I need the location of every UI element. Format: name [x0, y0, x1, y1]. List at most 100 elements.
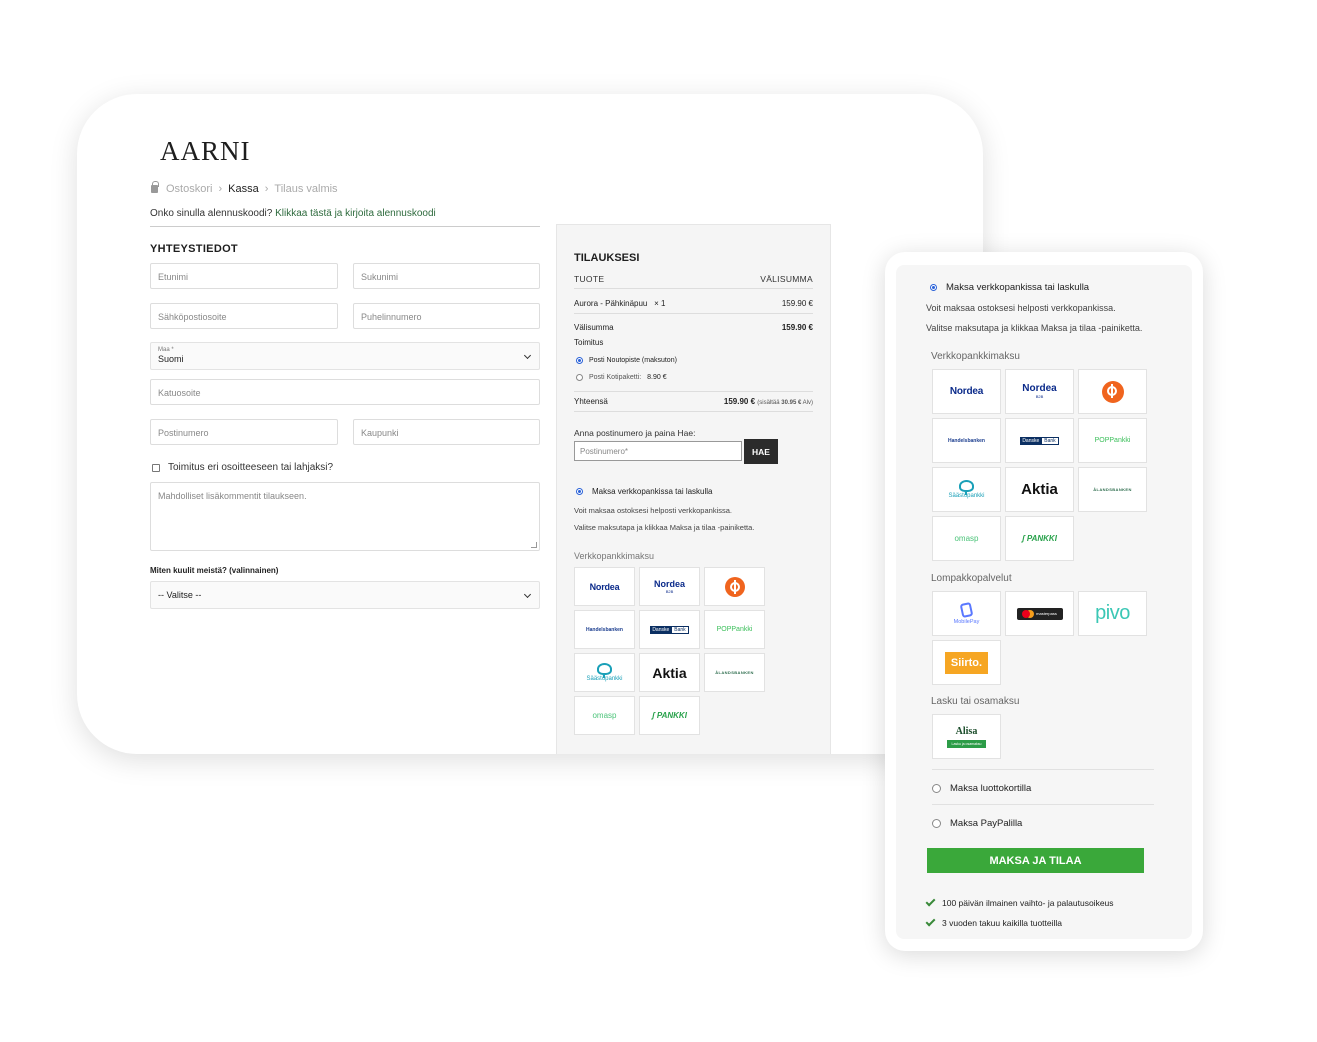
radio-unselected[interactable]: [932, 784, 941, 793]
bank-tile-spankki[interactable]: ʃ PANKKI: [1005, 516, 1074, 561]
order-item-row: Aurora - Pähkinäpuu × 1 159.90 €: [574, 299, 813, 308]
pay-description-1: Voit maksaa ostoksesi helposti verkkopan…: [926, 303, 1116, 313]
coupon-question: Onko sinulla alennuskoodi?: [150, 208, 273, 219]
danske-logo-2: Bank: [671, 625, 689, 634]
tree-icon: [597, 663, 612, 678]
postcode-field[interactable]: Postinumero: [150, 419, 338, 445]
street-field[interactable]: Katuosoite: [150, 379, 540, 405]
bank-tile-op[interactable]: [704, 567, 765, 606]
ship-option-home-label: Posti Kotipaketti:: [589, 374, 642, 381]
divider: [932, 769, 1154, 770]
saastopankki-logo: Säästöpankki: [586, 663, 623, 682]
pay-option-card[interactable]: Maksa luottokortilla: [932, 783, 1031, 794]
total-label: Yhteensä: [574, 397, 608, 406]
bank-tiles: Nordea Nordea B2B Handelsbanken Danske Ban…: [574, 567, 765, 735]
bank-tile-danske[interactable]: Danske Bank: [639, 610, 700, 649]
bank-group-label: Verkkopankkimaksu: [574, 551, 655, 561]
wallet-tile-masterpass[interactable]: masterpass: [1005, 591, 1074, 636]
omasp-logo: omasp: [592, 711, 617, 720]
ship-option-pickup[interactable]: Posti Noutopiste (maksuton): [576, 357, 677, 364]
invoice-tile-alisa[interactable]: Alisa Lasku ja osamaksu: [932, 714, 1001, 759]
order-comments-textarea[interactable]: Mahdolliset lisäkommentit tilaukseen.: [150, 482, 540, 551]
bank-tile-omasp[interactable]: omasp: [932, 516, 1001, 561]
ship-different-checkbox[interactable]: Toimitus eri osoitteeseen tai lahjaksi?: [152, 462, 333, 473]
chevron-down-icon: [523, 590, 532, 599]
bank-group-label: Verkkopankkimaksu: [931, 351, 1020, 362]
pay-description-2: Valitse maksutapa ja klikkaa Maksa ja ti…: [926, 323, 1143, 333]
radio-selected[interactable]: [576, 488, 583, 495]
spankki-name: PANKKI: [1026, 534, 1057, 543]
country-value: Suomi: [158, 354, 184, 364]
pickup-postcode-input[interactable]: Postinumero*: [574, 441, 742, 461]
total-value: 159.90 €: [723, 397, 756, 406]
wallet-tile-mobilepay[interactable]: MobilePay: [932, 591, 1001, 636]
bank-tile-aktia[interactable]: Aktia: [639, 653, 700, 692]
bank-tile-aktia[interactable]: Aktia: [1005, 467, 1074, 512]
wallet-tile-pivo[interactable]: pivo: [1078, 591, 1147, 636]
checkbox[interactable]: [152, 463, 160, 472]
divider: [150, 226, 540, 227]
bank-tile-pop[interactable]: POPPankki: [704, 610, 765, 649]
coupon-link[interactable]: Klikkaa tästä ja kirjoita alennuskoodi: [275, 208, 436, 219]
radio-selected[interactable]: [930, 284, 937, 291]
bank-tile-spankki[interactable]: ʃ PANKKI: [639, 696, 700, 735]
pay-option-bank[interactable]: Maksa verkkopankissa tai laskulla: [930, 282, 1089, 293]
handelsbanken-logo: Handelsbanken: [586, 626, 623, 633]
bank-tile-saastopankki[interactable]: Säästöpankki: [574, 653, 635, 692]
chevron-down-icon: [523, 351, 532, 360]
search-button[interactable]: HAE: [744, 439, 778, 464]
pay-and-order-button[interactable]: MAKSA JA TILAA: [927, 848, 1144, 873]
radio-unselected[interactable]: [932, 819, 941, 828]
divider: [574, 391, 813, 392]
shipping-row: Toimitus: [574, 338, 813, 347]
pay-option-bank-label: Maksa verkkopankissa tai laskulla: [946, 282, 1090, 293]
resize-handle-icon[interactable]: [531, 542, 537, 548]
email-field[interactable]: Sähköpostiosoite: [150, 303, 338, 329]
firstname-field[interactable]: Etunimi: [150, 263, 338, 289]
wallet-tile-siirto[interactable]: Siirto.: [932, 640, 1001, 685]
bank-tile-op[interactable]: [1078, 369, 1147, 414]
bank-tile-alandsbanken[interactable]: ÅLANDSBANKEN: [704, 653, 765, 692]
contact-section-title: YHTEYSTIEDOT: [150, 243, 238, 255]
hear-about-select[interactable]: -- Valitse --: [150, 581, 540, 609]
usp-returns: 100 päivän ilmainen vaihto- ja palautuso…: [925, 896, 1114, 908]
bank-tile-handelsbanken[interactable]: Handelsbanken: [932, 418, 1001, 463]
city-field[interactable]: Kaupunki: [353, 419, 540, 445]
hear-about-label: Miten kuulit meistä? (valinnainen): [150, 566, 279, 575]
bank-tile-danske[interactable]: Danske Bank: [1005, 418, 1074, 463]
alandsbanken-logo: ÅLANDSBANKEN: [715, 670, 754, 675]
store-logo[interactable]: AARNI: [160, 136, 251, 167]
bank-tile-saastopankki[interactable]: Säästöpankki: [932, 467, 1001, 512]
bank-tile-alandsbanken[interactable]: ÅLANDSBANKEN: [1078, 467, 1147, 512]
postcode-prompt: Anna postinumero ja paina Hae:: [574, 428, 696, 438]
bank-tile-nordea-b2b[interactable]: Nordea B2B: [639, 567, 700, 606]
pay-description-1: Voit maksaa ostoksesi helposti verkkopan…: [574, 506, 732, 515]
lastname-field[interactable]: Sukunimi: [353, 263, 540, 289]
ship-different-label: Toimitus eri osoitteeseen tai lahjaksi?: [168, 462, 334, 473]
bank-tile-pop[interactable]: POPPankki: [1078, 418, 1147, 463]
pay-option-card-label: Maksa luottokortilla: [950, 783, 1032, 794]
pay-option-paypal[interactable]: Maksa PayPalilla: [932, 818, 1022, 829]
order-summary: TILAUKSESI TUOTE VÄLISUMMA Aurora - Pähk…: [556, 224, 831, 754]
pop-logo: POPPankki: [1094, 437, 1131, 444]
ship-option-home[interactable]: Posti Kotipaketti: 8.90 €: [576, 374, 667, 381]
vat-amount: 30.95 €: [781, 400, 802, 406]
mobile-payment-panel: Maksa verkkopankissa tai laskulla Voit m…: [896, 265, 1192, 939]
alisa-logo: Alisa Lasku ja osamaksu: [946, 726, 987, 748]
coupon-notice: Onko sinulla alennuskoodi? Klikkaa tästä…: [150, 208, 436, 219]
breadcrumb-cart[interactable]: Ostoskori: [166, 183, 212, 195]
radio-unselected[interactable]: [576, 374, 583, 381]
wallet-group-label: Lompakkopalvelut: [931, 573, 1012, 584]
bank-tile-handelsbanken[interactable]: Handelsbanken: [574, 610, 635, 649]
country-select[interactable]: Maa * Suomi: [150, 342, 540, 370]
stage: AARNI Ostoskori › Kassa › Tilaus valmis …: [0, 0, 1317, 1042]
bank-tile-nordea[interactable]: Nordea: [574, 567, 635, 606]
chevron-right-icon: ›: [264, 183, 269, 195]
bank-tile-omasp[interactable]: omasp: [574, 696, 635, 735]
bank-tile-nordea-b2b[interactable]: Nordea B2B: [1005, 369, 1074, 414]
radio-selected[interactable]: [576, 357, 583, 364]
bank-tile-nordea[interactable]: Nordea: [932, 369, 1001, 414]
phone-field[interactable]: Puhelinnumero: [353, 303, 540, 329]
wallet-tiles: MobilePay masterpass pivo Siirto.: [932, 591, 1147, 685]
pay-option-bank[interactable]: Maksa verkkopankissa tai laskulla: [576, 487, 713, 496]
